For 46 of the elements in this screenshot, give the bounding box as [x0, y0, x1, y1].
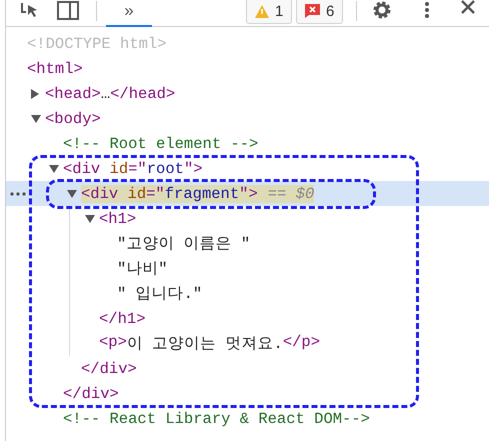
markup-text: =": [146, 184, 165, 202]
more-options-icon[interactable]: [424, 1, 430, 19]
device-icon[interactable]: [57, 1, 79, 20]
expand-toggle-icon[interactable]: [31, 114, 41, 122]
markup-text: root: [146, 160, 184, 178]
markup-text: <head>: [45, 84, 101, 102]
markup-text: </div>: [63, 384, 119, 402]
close-icon[interactable]: [461, 0, 475, 14]
markup-text: fragment: [164, 184, 240, 202]
markup-text: <html>: [27, 60, 83, 78]
error-count: 6: [326, 2, 334, 20]
markup-text: ">: [184, 160, 203, 178]
warning-badge[interactable]: 1: [246, 0, 292, 24]
markup-text: …: [100, 84, 110, 102]
markup-text: <!DOCTYPE html>: [27, 34, 167, 52]
markup-text: </head>: [110, 84, 176, 102]
markup-text: <p>: [99, 333, 127, 353]
markup-text: <body>: [45, 110, 101, 128]
markup-text: </p>: [282, 333, 320, 353]
markup-text: " 입니다.": [117, 284, 202, 304]
selected-row[interactable]: <div id="fragment"> == $0: [6, 181, 489, 206]
more-tabs-tab[interactable]: »: [106, 0, 152, 27]
warning-count: 1: [275, 2, 284, 20]
markup-text: ">: [239, 184, 258, 202]
markup-text: "고양이 이름은 ": [117, 234, 250, 254]
markup-text: </div>: [81, 360, 137, 378]
markup-text: =": [128, 160, 147, 178]
error-icon: [305, 4, 320, 18]
markup-text: </h1>: [99, 310, 146, 328]
expand-toggle-icon[interactable]: [85, 214, 95, 222]
expand-toggle-icon[interactable]: [31, 88, 39, 98]
markup-text: "나비": [117, 259, 168, 279]
warning-icon: [255, 4, 269, 18]
markup-text: 이 고양이는 멋져요.: [126, 334, 283, 354]
markup-text: id: [128, 184, 146, 202]
error-badge[interactable]: 6: [296, 0, 344, 24]
markup-text: <div: [63, 160, 102, 178]
markup-text: id: [110, 160, 128, 178]
selected-marker: == $0: [268, 184, 314, 202]
markup-text: <div: [81, 184, 120, 202]
row-menu-icon[interactable]: [10, 192, 26, 196]
settings-icon[interactable]: [372, 0, 392, 20]
markup-text: <!-- Root element -->: [63, 134, 258, 152]
markup-text: <!-- React Library & React DOM-->: [63, 410, 370, 428]
expand-toggle-icon[interactable]: [49, 164, 59, 172]
markup-text: <h1>: [99, 210, 136, 228]
